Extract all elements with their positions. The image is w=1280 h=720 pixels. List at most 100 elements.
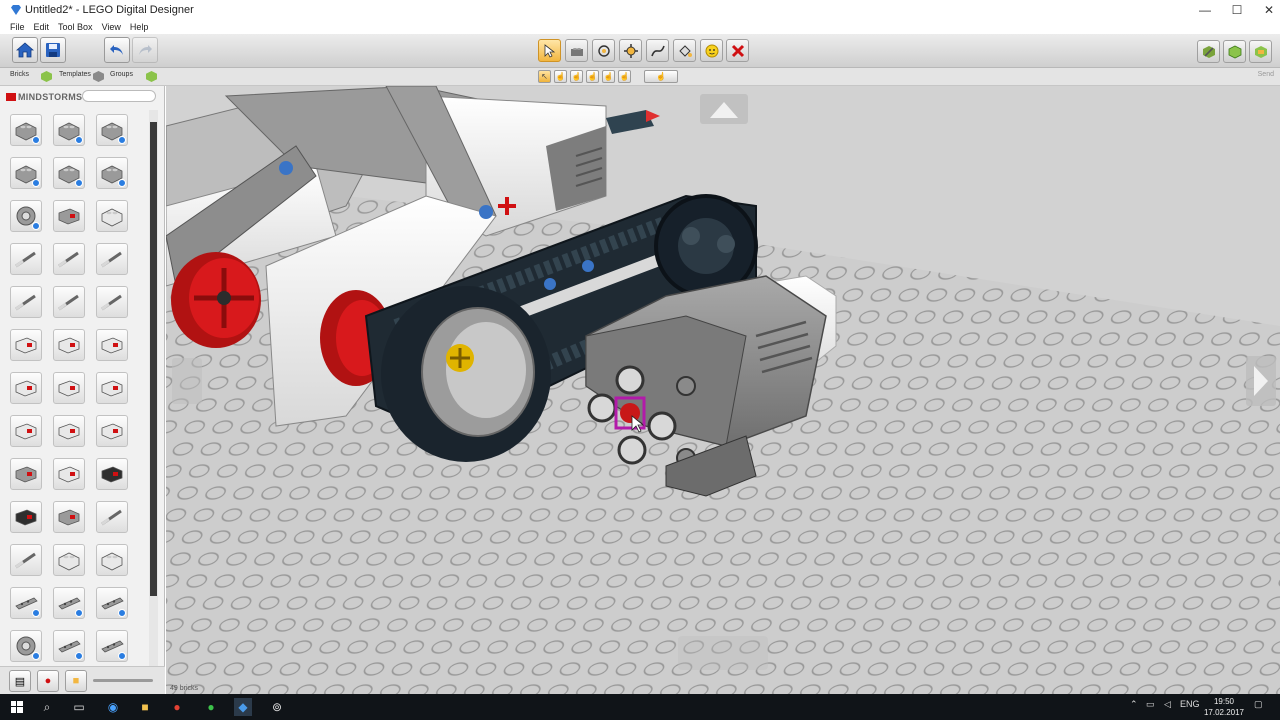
tab-bricks[interactable]: Bricks <box>10 71 29 78</box>
palette-brick-item[interactable] <box>96 286 128 318</box>
palette-brick-item[interactable] <box>96 372 128 404</box>
color-shape-select-subtool[interactable]: ☝ <box>602 70 615 83</box>
maximize-button[interactable]: ☐ <box>1221 0 1253 20</box>
taskbar-app-1[interactable]: ◉ <box>104 698 122 716</box>
save-button[interactable] <box>40 37 66 63</box>
palette-brick-item[interactable] <box>96 243 128 275</box>
palette-zoom-slider[interactable] <box>93 679 153 682</box>
taskbar-clock[interactable]: 19:50 17.02.2017 <box>1204 696 1244 718</box>
palette-brick-item[interactable] <box>10 329 42 361</box>
start-button[interactable] <box>8 698 26 716</box>
tab-templates[interactable]: Templates <box>59 71 91 78</box>
palette-brick-item[interactable] <box>96 157 128 189</box>
camera-down-arrow[interactable] <box>678 636 768 670</box>
building-guide-button[interactable] <box>1249 40 1272 63</box>
palette-view-button[interactable]: ▤ <box>9 670 31 692</box>
palette-brick-item[interactable] <box>53 157 85 189</box>
view-mode-button[interactable] <box>1223 40 1246 63</box>
color-select-subtool[interactable]: ☝ <box>570 70 583 83</box>
palette-brick-item[interactable] <box>96 415 128 447</box>
camera-up-arrow[interactable] <box>700 94 748 124</box>
taskbar-lego-designer[interactable]: ◆ <box>234 698 252 716</box>
palette-brick-item[interactable] <box>53 587 85 619</box>
flex-tool[interactable] <box>646 39 669 62</box>
palette-scroll-thumb[interactable] <box>150 122 157 596</box>
palette-brick-item[interactable] <box>53 544 85 576</box>
tray-overflow-icon[interactable]: ⌃ <box>1130 699 1138 710</box>
palette-brick-item[interactable] <box>96 544 128 576</box>
undo-button[interactable] <box>104 37 130 63</box>
search-button[interactable]: ⌕ <box>38 698 56 716</box>
menu-edit[interactable]: Edit <box>34 22 50 32</box>
palette-brick-item[interactable] <box>53 329 85 361</box>
taskbar-explorer[interactable]: ■ <box>136 698 154 716</box>
palette-brick-item[interactable] <box>53 200 85 232</box>
network-icon[interactable]: ▭ <box>1146 699 1155 710</box>
palette-search-input[interactable] <box>82 90 156 102</box>
palette-brick-item[interactable] <box>53 114 85 146</box>
clone-tool[interactable] <box>565 39 588 62</box>
palette-brick-item[interactable] <box>96 501 128 533</box>
track-hub-wheel[interactable] <box>381 286 551 462</box>
hinge-align-tool[interactable] <box>619 39 642 62</box>
palette-brick-item[interactable] <box>10 544 42 576</box>
language-indicator[interactable]: ENG <box>1180 699 1200 709</box>
palette-brick-item[interactable] <box>10 587 42 619</box>
palette-brick-item[interactable] <box>10 157 42 189</box>
menu-file[interactable]: File <box>10 22 25 32</box>
menu-view[interactable]: View <box>102 22 121 32</box>
hinge-tool[interactable] <box>592 39 615 62</box>
build-mode-button[interactable] <box>1197 40 1220 63</box>
volume-icon[interactable]: ◁ <box>1164 699 1171 710</box>
select-tool[interactable] <box>538 39 561 62</box>
palette-brick-item[interactable] <box>10 372 42 404</box>
3d-build-viewport[interactable]: 49 bricks <box>166 86 1280 694</box>
menu-help[interactable]: Help <box>130 22 149 32</box>
palette-brick-item[interactable] <box>10 114 42 146</box>
palette-brick-item[interactable] <box>10 630 42 662</box>
palette-brick-item[interactable] <box>53 372 85 404</box>
task-view-button[interactable]: ▭ <box>70 698 88 716</box>
palette-brick-item[interactable] <box>53 286 85 318</box>
palette-brick-item[interactable] <box>10 200 42 232</box>
color-palette-button[interactable]: ● <box>37 670 59 692</box>
palette-brick-item[interactable] <box>53 501 85 533</box>
palette-brick-item[interactable] <box>96 200 128 232</box>
paint-tool[interactable] <box>673 39 696 62</box>
red-wheel-left[interactable] <box>171 252 261 348</box>
invert-select-subtool[interactable]: ☝ <box>618 70 631 83</box>
tab-groups[interactable]: Groups <box>110 71 133 78</box>
camera-right-arrow[interactable] <box>1246 356 1276 406</box>
palette-brick-item[interactable] <box>53 630 85 662</box>
connected-select-subtool[interactable]: ☝ <box>554 70 567 83</box>
taskbar-app-recorder[interactable]: ⊚ <box>268 698 286 716</box>
menu-toolbox[interactable]: Tool Box <box>58 22 93 32</box>
shape-select-subtool[interactable]: ☝ <box>586 70 599 83</box>
notifications-icon[interactable]: ▢ <box>1254 699 1263 710</box>
close-button[interactable]: ✕ <box>1253 0 1280 20</box>
palette-brick-item[interactable] <box>10 286 42 318</box>
palette-brick-item[interactable] <box>96 329 128 361</box>
decoration-palette-button[interactable]: ■ <box>65 670 87 692</box>
home-button[interactable] <box>12 37 38 63</box>
palette-brick-item[interactable] <box>10 458 42 490</box>
minimize-button[interactable]: — <box>1189 0 1221 20</box>
redo-button[interactable] <box>132 37 158 63</box>
taskbar-app-green[interactable]: ● <box>202 698 220 716</box>
palette-scrollbar[interactable] <box>149 110 158 666</box>
decoration-tool[interactable] <box>700 39 723 62</box>
single-select-subtool[interactable]: ↖ <box>538 70 551 83</box>
palette-brick-item[interactable] <box>96 630 128 662</box>
palette-brick-item[interactable] <box>53 415 85 447</box>
delete-tool[interactable] <box>726 39 749 62</box>
palette-brick-item[interactable] <box>96 587 128 619</box>
palette-brick-item[interactable] <box>10 415 42 447</box>
camera-left-arrow[interactable] <box>172 358 202 404</box>
send-button[interactable]: Send <box>1226 71 1274 83</box>
palette-brick-item[interactable] <box>96 458 128 490</box>
palette-brick-item[interactable] <box>53 243 85 275</box>
group-select-subtool[interactable]: ☝ <box>644 70 678 83</box>
palette-brick-item[interactable] <box>10 243 42 275</box>
palette-brick-item[interactable] <box>10 501 42 533</box>
taskbar-chrome[interactable]: ● <box>168 698 186 716</box>
